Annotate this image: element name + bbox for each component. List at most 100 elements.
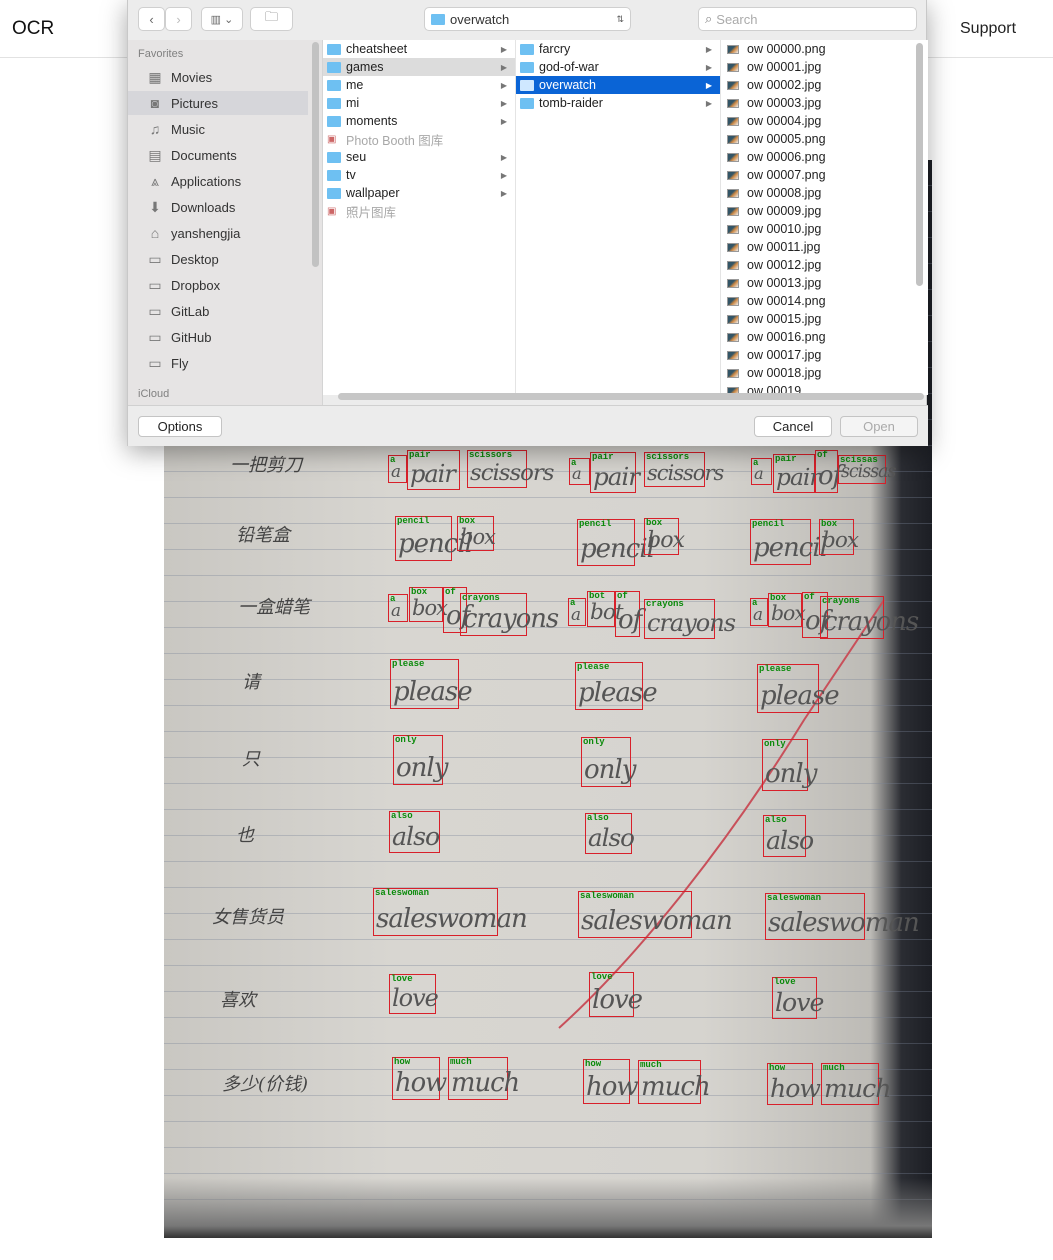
- image-thumbnail-icon: [727, 368, 739, 378]
- image-thumbnail-icon: [727, 260, 739, 270]
- options-button[interactable]: Options: [138, 416, 222, 437]
- handwritten-word: how: [586, 1072, 639, 1102]
- image-thumbnail-icon: [727, 116, 739, 126]
- forward-button[interactable]: ›: [165, 7, 192, 31]
- detection-box: saleswoman saleswoman: [373, 888, 528, 936]
- sidebar-item-label: yanshengjia: [171, 225, 241, 241]
- file-item[interactable]: ow 00002.jpg: [721, 76, 928, 94]
- folder-label: wallpaper: [346, 186, 400, 200]
- sidebar-item-desktop[interactable]: ▭ Desktop: [128, 247, 308, 271]
- file-item[interactable]: ow 00018.jpg: [721, 364, 928, 382]
- sidebar-item-documents[interactable]: ▤ Documents: [128, 143, 308, 167]
- sidebar-item-downloads[interactable]: ⬇ Downloads: [128, 195, 308, 219]
- file-item[interactable]: ow 00008.jpg: [721, 184, 928, 202]
- handwritten-word: much: [451, 1068, 520, 1098]
- back-button[interactable]: ‹: [138, 7, 165, 31]
- file-item[interactable]: ow 00014.png: [721, 292, 928, 310]
- file-item[interactable]: ow 00006.png: [721, 148, 928, 166]
- folder-item[interactable]: ▣ 照片图库: [323, 202, 515, 220]
- handwritten-word: box: [647, 527, 685, 553]
- file-item[interactable]: ow 00000.png: [721, 40, 928, 58]
- folder-item[interactable]: farcry ▶: [516, 40, 720, 58]
- file-item[interactable]: ow 00017.jpg: [721, 346, 928, 364]
- chinese-prompt: 多少(价钱): [222, 1074, 309, 1095]
- folder-item[interactable]: god-of-war ▶: [516, 58, 720, 76]
- folder-item[interactable]: seu ▶: [323, 148, 515, 166]
- brand-logo[interactable]: OCR: [12, 18, 54, 40]
- chevron-right-icon: ▶: [500, 80, 507, 90]
- folder-item[interactable]: tomb-raider ▶: [516, 94, 720, 112]
- sidebar-item-github[interactable]: ▭ GitHub: [128, 325, 308, 349]
- detection-label: saleswoman: [580, 891, 635, 901]
- handwritten-word: please: [578, 678, 658, 708]
- sidebar-item-label: Music: [171, 121, 205, 137]
- detection-box: also also: [763, 815, 814, 857]
- folder-icon: ▭: [148, 276, 162, 293]
- file-item[interactable]: ow 00015.jpg: [721, 310, 928, 328]
- sidebar-item-movies[interactable]: ▦ Movies: [128, 65, 308, 89]
- sidebar-item-fly[interactable]: ▭ Fly: [128, 351, 308, 375]
- folder-label: mi: [346, 96, 360, 110]
- file-item[interactable]: ow 00011.jpg: [721, 238, 928, 256]
- file-item[interactable]: ow 00004.jpg: [721, 112, 928, 130]
- file-list-scrollbar[interactable]: [916, 43, 923, 286]
- detection-label: a: [752, 598, 758, 608]
- file-item[interactable]: ow 00001.jpg: [721, 58, 928, 76]
- search-placeholder: Search: [716, 11, 758, 27]
- handwritten-word: love: [775, 988, 824, 1017]
- detection-box: how how: [767, 1063, 821, 1105]
- handwritten-word: please: [393, 677, 473, 707]
- sidebar-item-gitlab[interactable]: ▭ GitLab: [128, 299, 308, 323]
- folder-label: 照片图库: [346, 205, 397, 220]
- folder-item[interactable]: games ▶: [323, 58, 515, 76]
- handwritten-word: saleswoman: [376, 904, 528, 934]
- sidebar-item-music[interactable]: ♫ Music: [128, 117, 308, 141]
- detection-label: scissors: [469, 450, 513, 460]
- folder-item[interactable]: overwatch ▶: [516, 76, 720, 94]
- folder-item[interactable]: ▣ Photo Booth 图库: [323, 130, 515, 148]
- sidebar-item-applications[interactable]: ⩓ Applications: [128, 169, 308, 193]
- open-button[interactable]: Open: [840, 416, 918, 437]
- detection-label: only: [583, 737, 605, 747]
- detection-label: only: [395, 735, 417, 745]
- file-item[interactable]: ow 00003.jpg: [721, 94, 928, 112]
- file-item[interactable]: ow 00009.jpg: [721, 202, 928, 220]
- detection-label: pencil: [752, 519, 785, 529]
- image-thumbnail-icon: [727, 44, 739, 54]
- folder-item[interactable]: moments ▶: [323, 112, 515, 130]
- handwritten-word: only: [584, 755, 636, 785]
- search-field[interactable]: ⌕ Search: [698, 7, 917, 31]
- detection-box: box box: [768, 593, 806, 627]
- cancel-button[interactable]: Cancel: [754, 416, 832, 437]
- file-item[interactable]: ow 00007.png: [721, 166, 928, 184]
- file-item[interactable]: ow 00005.png: [721, 130, 928, 148]
- horizontal-scrollbar[interactable]: [338, 393, 924, 400]
- folder-item[interactable]: me ▶: [323, 76, 515, 94]
- folder-label: farcry: [539, 42, 571, 56]
- support-link[interactable]: Support: [960, 20, 1016, 38]
- file-name: ow 00012.jpg: [747, 258, 822, 272]
- file-item[interactable]: ow 00016.png: [721, 328, 928, 346]
- folder-icon: [327, 151, 341, 163]
- file-item[interactable]: ow 00010.jpg: [721, 220, 928, 238]
- detection-box: also also: [585, 813, 635, 854]
- handwritten-word: pair: [776, 463, 821, 491]
- detection-box: aa: [750, 598, 768, 626]
- detection-box: please please: [757, 664, 840, 713]
- folder-item[interactable]: cheatsheet ▶: [323, 40, 515, 58]
- sidebar-item-pictures[interactable]: ◙ Pictures: [128, 91, 308, 115]
- file-item[interactable]: ow 00013.jpg: [721, 274, 928, 292]
- detection-box: much much: [448, 1057, 520, 1100]
- sidebar-scrollbar[interactable]: [312, 42, 319, 267]
- file-item[interactable]: ow 00012.jpg: [721, 256, 928, 274]
- sidebar-item-dropbox[interactable]: ▭ Dropbox: [128, 273, 308, 297]
- view-mode-button[interactable]: ▥ ⌄: [201, 7, 243, 31]
- folder-icon: [431, 13, 445, 25]
- folder-item[interactable]: mi ▶: [323, 94, 515, 112]
- search-icon: ⌕: [705, 11, 713, 26]
- new-folder-button[interactable]: 🗀: [250, 7, 293, 31]
- sidebar-item-yanshengjia[interactable]: ⌂ yanshengjia: [128, 221, 308, 245]
- location-popup[interactable]: overwatch ⇅: [424, 7, 631, 31]
- folder-item[interactable]: wallpaper ▶: [323, 184, 515, 202]
- folder-item[interactable]: tv ▶: [323, 166, 515, 184]
